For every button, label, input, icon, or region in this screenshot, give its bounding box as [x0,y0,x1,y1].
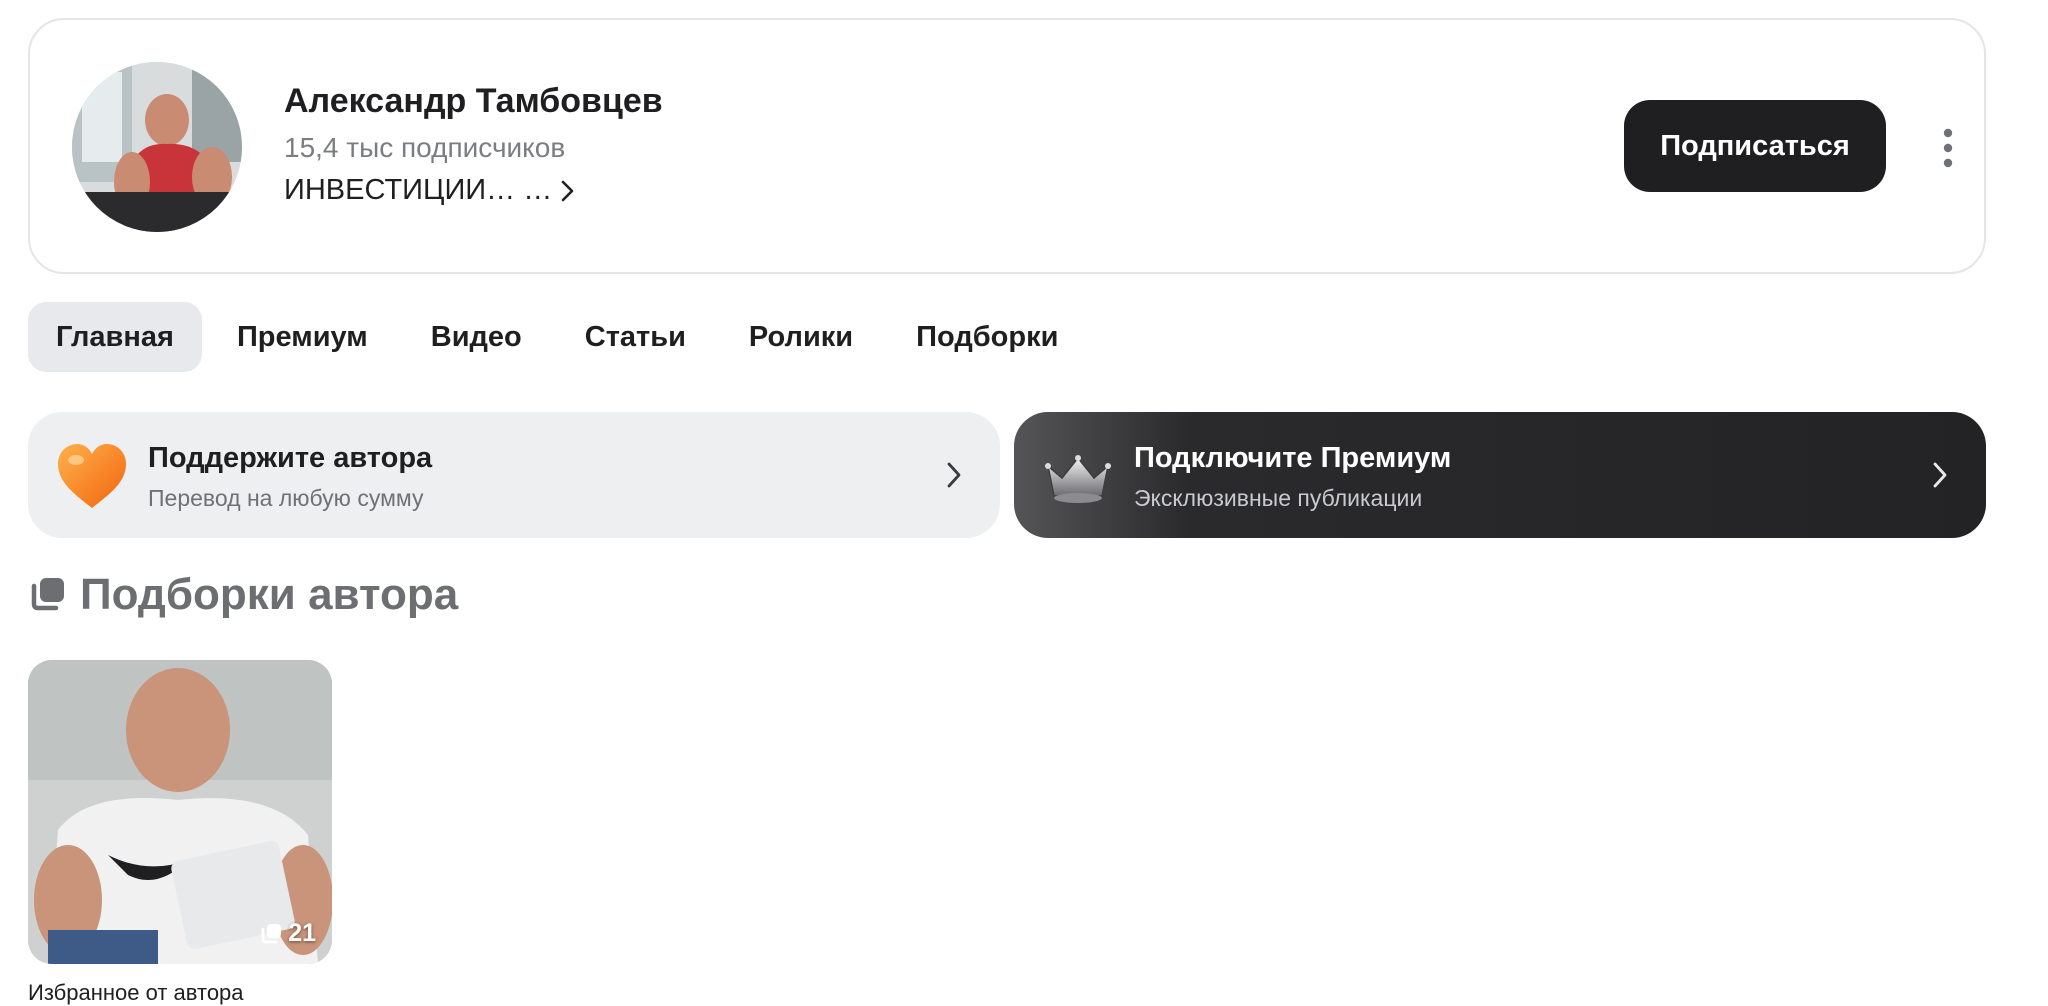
profile-card: Александр Тамбовцев 15,4 тыс подписчиков… [28,18,1986,274]
collections-section-heading: Подборки автора [28,570,458,620]
collection-thumbnail: 21 [28,660,332,964]
support-author-banner[interactable]: Поддержите автора Перевод на любую сумму [28,412,1000,538]
subscribe-button[interactable]: Подписаться [1624,100,1886,192]
more-options-icon[interactable] [1938,126,1958,170]
collections-icon [31,578,64,611]
collection-card[interactable]: 21 Избранное от автора [28,660,332,1006]
heart-icon [58,444,126,508]
author-description-text: ИНВЕСТИЦИИ… … [284,174,553,206]
author-name[interactable]: Александр Тамбовцев [284,82,663,121]
avatar[interactable] [72,62,242,232]
tab-articles[interactable]: Статьи [557,302,714,372]
premium-banner[interactable]: Подключите Премиум Эксклюзивные публикац… [1014,412,1986,538]
crown-icon [1045,455,1111,503]
tab-premium[interactable]: Премиум [209,302,396,372]
tab-shorts[interactable]: Ролики [721,302,881,372]
support-banner-subtitle: Перевод на любую сумму [148,485,424,511]
support-banner-title: Поддержите автора [148,442,433,474]
avatar-photo [72,62,242,232]
tab-video[interactable]: Видео [403,302,550,372]
tab-collections[interactable]: Подборки [888,302,1086,372]
premium-banner-title: Подключите Премиум [1134,442,1452,474]
collections-section-title: Подборки автора [80,570,459,619]
chevron-right-icon [1933,462,1947,488]
channel-tabs: Главная Премиум Видео Статьи Ролики Подб… [28,302,1093,372]
collection-title[interactable]: Избранное от автора [28,980,332,1006]
author-description[interactable]: ИНВЕСТИЦИИ… … [284,174,578,207]
tab-main[interactable]: Главная [28,302,202,372]
premium-banner-subtitle: Эксклюзивные публикации [1134,485,1423,511]
collections-icon [261,923,282,943]
collection-count-badge: 21 [259,919,316,948]
subscriber-count: 15,4 тыс подписчиков [284,132,566,163]
chevron-right-icon [947,462,961,488]
chevron-right-icon [561,180,574,201]
collection-count: 21 [288,919,316,947]
